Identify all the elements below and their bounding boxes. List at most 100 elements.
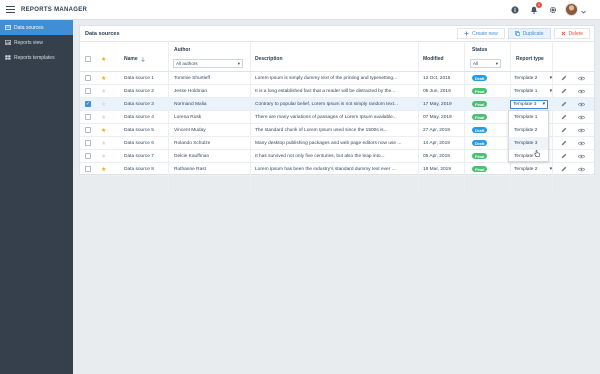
- row-modified: 07 May, 2019: [423, 114, 452, 120]
- report-type-dropdown: Template 1 Template 2 Template 3 Templat…: [508, 110, 549, 162]
- chevron-down-icon: ▾: [549, 75, 552, 81]
- eye-icon[interactable]: [578, 124, 585, 136]
- dropdown-option[interactable]: Template 4: [509, 150, 548, 163]
- sidebar-item-reports-view[interactable]: Reports view: [0, 35, 73, 50]
- edit-icon[interactable]: [561, 137, 567, 149]
- row-checkbox[interactable]: [85, 153, 91, 159]
- dropdown-option[interactable]: Template 2: [509, 124, 548, 137]
- select-all-checkbox[interactable]: [85, 56, 91, 62]
- chart-icon: [5, 40, 11, 45]
- author-filter-select[interactable]: All authors ▾: [173, 59, 243, 68]
- status-badge: Final: [472, 88, 488, 94]
- row-checkbox[interactable]: [85, 88, 91, 94]
- column-header-description: Description: [255, 56, 283, 62]
- status-badge: Draft: [472, 127, 488, 133]
- table-row[interactable]: ★ Data source 1 Tommie Shurtleff Lorem I…: [80, 72, 594, 85]
- chevron-down-icon: ▾: [549, 88, 552, 94]
- row-checkbox[interactable]: [85, 127, 91, 133]
- table-row[interactable]: ★ Data source 8 Ruthanne Rast Lorem Ipsu…: [80, 163, 594, 176]
- gear-icon[interactable]: [549, 6, 557, 14]
- status-badge: Draft: [472, 75, 488, 81]
- delete-button[interactable]: Delete: [553, 28, 590, 39]
- page-title: Data sources: [85, 30, 120, 37]
- row-modified: 14 Apr, 2019: [423, 140, 450, 146]
- eye-icon[interactable]: [578, 85, 585, 97]
- dropdown-option[interactable]: Template 3: [509, 137, 548, 150]
- row-description: It is a long established fact that a rea…: [255, 88, 396, 94]
- report-type-select[interactable]: Template 2 ▾: [514, 76, 552, 81]
- edit-icon[interactable]: [561, 98, 567, 110]
- row-modified: 05 Jun, 2019: [423, 88, 451, 94]
- star-icon[interactable]: ★: [101, 153, 106, 160]
- duplicate-button[interactable]: Duplicate: [507, 28, 551, 39]
- report-type-select[interactable]: Template 1 ▾: [514, 89, 552, 94]
- row-author: Jesse Holdman: [174, 88, 208, 94]
- app-title: REPORTS MANAGER: [21, 6, 88, 13]
- status-filter-select[interactable]: All ▾: [470, 59, 501, 68]
- sidebar-item-reports-templates[interactable]: Reports templates: [0, 50, 73, 65]
- row-checkbox[interactable]: [85, 114, 91, 120]
- database-icon: [5, 25, 11, 30]
- eye-icon[interactable]: [578, 98, 585, 110]
- row-checkbox[interactable]: [85, 166, 91, 172]
- grid-icon: [5, 55, 11, 60]
- menu-icon[interactable]: [6, 6, 15, 13]
- row-description: It has survived not only five centuries,…: [255, 153, 385, 159]
- top-bar: REPORTS MANAGER 1: [0, 0, 600, 20]
- row-author: Vincent Muday: [174, 127, 206, 133]
- row-checkbox[interactable]: [85, 75, 91, 81]
- eye-icon[interactable]: [578, 72, 585, 84]
- status-badge: Final: [472, 166, 488, 172]
- status-badge: Final: [472, 101, 488, 107]
- edit-icon[interactable]: [561, 124, 567, 136]
- star-icon[interactable]: ★: [101, 56, 106, 63]
- eye-icon[interactable]: [578, 111, 585, 123]
- report-type-select[interactable]: Template 2 ▾: [514, 167, 552, 172]
- star-icon[interactable]: ★: [101, 166, 106, 173]
- arrow-down-icon[interactable]: [140, 56, 145, 62]
- eye-icon[interactable]: [578, 150, 585, 162]
- eye-icon[interactable]: [578, 163, 585, 175]
- row-checkbox[interactable]: ✓: [85, 101, 91, 107]
- edit-icon[interactable]: [561, 72, 567, 84]
- star-icon[interactable]: ★: [101, 88, 106, 95]
- row-author: Normand Malia: [174, 101, 207, 107]
- row-name: Data source 8: [124, 166, 154, 172]
- star-icon[interactable]: ★: [101, 114, 106, 121]
- row-author: Ruthanne Rast: [174, 166, 206, 172]
- avatar[interactable]: [565, 3, 578, 16]
- row-name: Data source 4: [124, 114, 154, 120]
- chevron-down-icon: ▾: [495, 60, 498, 66]
- eye-icon[interactable]: [578, 137, 585, 149]
- row-checkbox[interactable]: [85, 140, 91, 146]
- info-icon[interactable]: [511, 5, 519, 14]
- table-row[interactable]: ★ Data source 2 Jesse Holdman It is a lo…: [80, 85, 594, 98]
- column-header-report-type: Report type: [516, 56, 544, 62]
- row-modified: 18 Mar, 2019: [423, 166, 452, 172]
- copy-icon: [514, 31, 520, 36]
- row-name: Data source 5: [124, 127, 154, 133]
- row-name: Data source 6: [124, 140, 154, 146]
- report-type-select[interactable]: Template 3 ▾: [510, 99, 548, 109]
- hand-cursor-icon: [534, 144, 540, 157]
- edit-icon[interactable]: [561, 85, 567, 97]
- column-header-modified[interactable]: Modified: [423, 56, 444, 62]
- edit-icon[interactable]: [561, 111, 567, 123]
- notification-badge: 1: [536, 1, 542, 8]
- star-icon[interactable]: ★: [101, 75, 106, 82]
- edit-icon[interactable]: [561, 150, 567, 162]
- star-icon[interactable]: ★: [101, 127, 106, 134]
- chevron-down-icon[interactable]: [581, 1, 586, 19]
- dropdown-option[interactable]: Template 1: [509, 111, 548, 124]
- row-author: Lorena Rusk: [174, 114, 202, 120]
- sidebar-item-data-sources[interactable]: Data sources: [0, 20, 73, 35]
- bell-icon[interactable]: 1: [530, 1, 542, 14]
- chevron-down-icon: ▾: [237, 60, 240, 66]
- star-icon[interactable]: ★: [101, 140, 106, 147]
- edit-icon[interactable]: [561, 163, 567, 175]
- column-header-name[interactable]: Name: [124, 56, 138, 62]
- star-icon[interactable]: ★: [101, 101, 106, 108]
- row-modified: 05 Apr, 2019: [423, 153, 450, 159]
- status-badge: Final: [472, 153, 488, 159]
- create-new-button[interactable]: Create new: [457, 28, 505, 39]
